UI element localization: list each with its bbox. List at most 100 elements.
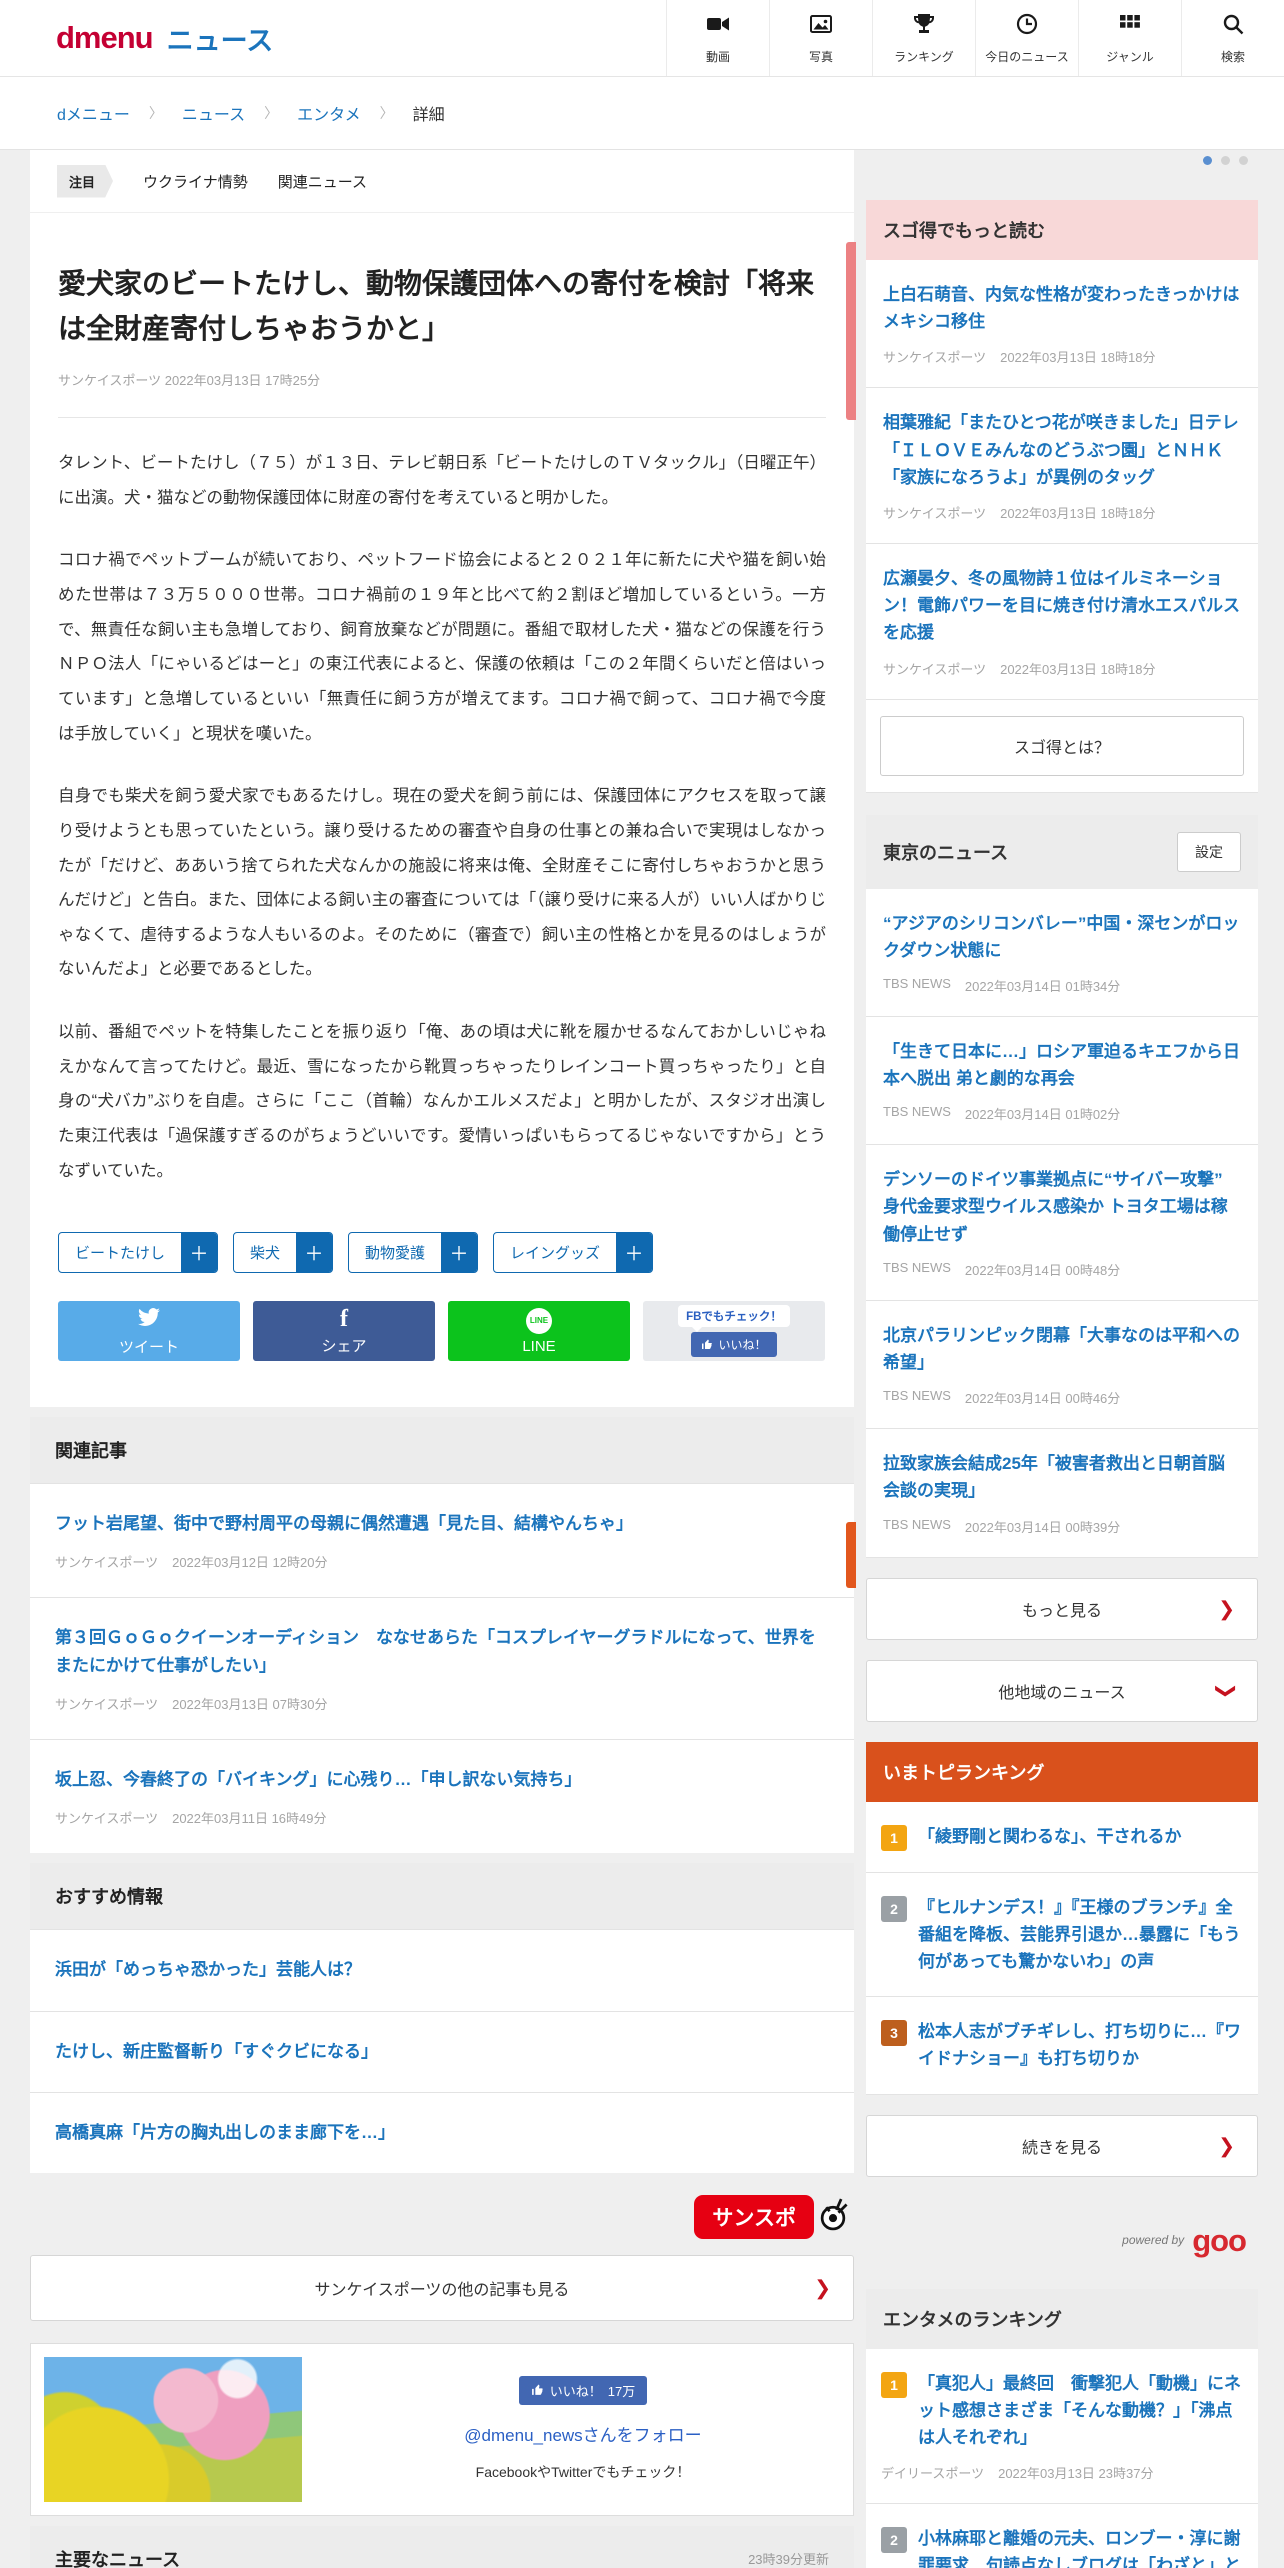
imatopi-more-label: 続きを見る [1021, 2139, 1102, 2157]
tag-beat-takeshi[interactable]: ビートたけし ＋ [58, 1232, 219, 1274]
tweet-button[interactable]: ツイート [58, 1301, 240, 1362]
facebook-share-button[interactable]: f シェア [253, 1301, 435, 1362]
related-item[interactable]: 坂上忍、今春終了の「バイキング」に心残り…「申し訳ない気持ち」 サンケイスポーツ… [30, 1739, 854, 1853]
line-share-button[interactable]: LINE LINE [448, 1301, 630, 1362]
item-source: TBS NEWS [883, 1104, 951, 1120]
tokyo-news-title: デンソーのドイツ事業拠点に“サイバー攻撃” 身代金要求型ウイルス感染か トヨタ工… [883, 1170, 1228, 1244]
major-news-header-label: 主要なニュース [55, 2549, 181, 2568]
recommend-item[interactable]: たけし、新庄監督斬り「すぐクビになる」 [30, 2010, 854, 2092]
carousel-dot[interactable] [1221, 156, 1230, 165]
tokyo-news-item[interactable]: デンソーのドイツ事業拠点に“サイバー攻撃” 身代金要求型ウイルス感染か トヨタ工… [866, 1145, 1258, 1301]
tokyo-news-item[interactable]: 「生きて日本に…」ロシア軍迫るキエフから日本へ脱出 弟と劇的な再会 TBS NE… [866, 1016, 1258, 1146]
item-source: サンケイスポーツ [883, 661, 987, 677]
entame-ranking-item[interactable]: 2 小林麻耶と離婚の元夫、ロンブー・淳に謝罪要求 句読点なしブログは「わざと」と… [866, 2504, 1258, 2568]
share-label: シェア [321, 1337, 367, 1355]
related-item[interactable]: フット岩尾望、街中で野村周平の母親に偶然遭遇「見た目、結構やんちゃ」 サンケイス… [30, 1483, 854, 1597]
entame-ranking-title: 「真犯人」最終回 衝撃犯人「動機」にネット感想さまざま「そんな動機？」「沸点は人… [918, 2373, 1241, 2447]
imatopi-item[interactable]: 1 「綾野剛と関わるな」、干されるか [866, 1801, 1258, 1873]
nav-label: 動画 [705, 49, 730, 64]
twitter-follow-link[interactable]: @dmenu_newsさんをフォロー [464, 2421, 701, 2446]
recommend-item[interactable]: 浜田が「めっちゃ恐かった」芸能人は？ [30, 1929, 854, 2010]
imatopi-more-button[interactable]: 続きを見る ❯ [866, 2114, 1258, 2177]
nav-photo[interactable]: 写真 [769, 0, 872, 76]
item-source: TBS NEWS [883, 1388, 951, 1404]
tag-raingoods[interactable]: レイングッズ ＋ [493, 1232, 654, 1274]
fb-like-count: 17万 [607, 2384, 636, 2400]
sugotoku-item[interactable]: 相葉雅紀「またひとつ花が咲きました」日テレ「ＩＬＯＶＥみんなのどうぶつ園」とＮＨ… [866, 388, 1258, 544]
imatopi-item[interactable]: 2 『ヒルナンデス！』『王様のブランチ』全番組を降板、芸能界引退か…暴露に「もう… [866, 1872, 1258, 1998]
related-source: サンケイスポーツ [55, 1811, 159, 1827]
rank-badge-1: 1 [881, 1824, 907, 1851]
powered-by-label: powered by [1122, 2232, 1185, 2247]
article-meta: サンケイスポーツ 2022年03月13日 17時25分 [58, 370, 826, 389]
tokyo-news-item[interactable]: 拉致家族会結成25年「被害者救出と日朝首脳会談の実現」 TBS NEWS 2022… [866, 1429, 1258, 1558]
side-ribbon-red[interactable] [846, 242, 856, 420]
article-paragraph: タレント、ビートたけし（７５）が１３日、テレビ朝日系「ビートたけしのＴＶタックル… [58, 454, 826, 507]
content-columns: 注目 ウクライナ情勢 関連ニュース 愛犬家のビートたけし、動物保護団体への寄付を… [0, 150, 1284, 2568]
breadcrumb-current: 詳細 [412, 107, 445, 124]
fb-like-count-button[interactable]: いいね！ 17万 [518, 2376, 648, 2406]
sanspo-logo[interactable]: サンスポ [694, 2194, 814, 2239]
item-source: TBS NEWS [883, 1516, 951, 1532]
thumbs-up-icon [531, 2384, 543, 2395]
item-date: 2022年03月14日 00時48分 [964, 1262, 1121, 1278]
trophy-icon [912, 12, 936, 41]
article-paragraph: 以前、番組でペットを特集したことを振り返り「俺、あの頃は犬に靴を履かせるなんてお… [58, 1023, 826, 1180]
nav-ranking[interactable]: ランキング [872, 0, 975, 76]
item-source: デイリースポーツ [881, 2466, 985, 2482]
article: 愛犬家のビートたけし、動物保護団体への寄付を検討「将来は全財産寄付しちゃおうかと… [30, 213, 854, 1408]
other-region-button[interactable]: 他地域のニュース ❯ [866, 1659, 1258, 1722]
photo-icon [809, 12, 833, 41]
tokyo-news-item[interactable]: 北京パラリンピック閉幕「大事なのは平和への希望」 TBS NEWS 2022年03… [866, 1300, 1258, 1430]
breadcrumb-dmenu[interactable]: dメニュー [57, 101, 130, 125]
recommend-item[interactable]: 高橋真麻「片方の胸丸出しのまま廊下を…」 [30, 2091, 854, 2173]
sugotoku-item[interactable]: 上白石萌音、内気な性格が変わったきっかけはメキシコ移住 サンケイスポーツ 2022… [866, 260, 1258, 389]
attention-badge: 注目 [57, 164, 114, 198]
breadcrumb-news[interactable]: ニュース [182, 101, 245, 125]
header-nav: 動画 写真 ランキング 今日のニュース ジャンル 検索 [666, 0, 1284, 76]
related-header: 関連記事 [30, 1417, 854, 1484]
imatopi-item[interactable]: 3 松本人志がブチギレし、打ち切りに…『ワイドナショー』も打ち切りか [866, 1997, 1258, 2095]
attention-link-ukraine[interactable]: ウクライナ情勢 [143, 171, 248, 192]
site-logo[interactable]: dmenu ニュース [0, 0, 273, 76]
tokyo-news-section: 東京のニュース 設定 “アジアのシリコンバレー”中国・深センがロックダウン状態に… [866, 814, 1258, 1722]
carousel-dot-active[interactable] [1203, 156, 1212, 165]
related-date: 2022年03月11日 16時49分 [172, 1811, 327, 1827]
related-date: 2022年03月12日 12時20分 [172, 1555, 328, 1571]
tag-animal-welfare[interactable]: 動物愛護 ＋ [348, 1232, 479, 1274]
entame-ranking-item[interactable]: 1 「真犯人」最終回 衝撃犯人「動機」にネット感想さまざま「そんな動機？」「沸点… [866, 2348, 1258, 2505]
sanspo-logo-row: サンスポ [34, 2194, 850, 2239]
page: dmenu ニュース 動画 写真 ランキング 今日のニュース ジャンル 検索 d… [0, 0, 1284, 2568]
related-title: フット岩尾望、街中で野村周平の母親に偶然遭遇「見た目、結構やんちゃ」 [55, 1514, 633, 1534]
item-source: TBS NEWS [883, 1259, 951, 1275]
video-icon [706, 12, 730, 41]
settings-button[interactable]: 設定 [1177, 831, 1241, 872]
tokyo-more-button[interactable]: もっと見る ❯ [866, 1577, 1258, 1640]
tag-label: 柴犬 [250, 1245, 281, 1263]
breadcrumb-entame[interactable]: エンタメ [297, 101, 361, 125]
tokyo-news-item[interactable]: “アジアのシリコンバレー”中国・深センがロックダウン状態に TBS NEWS 20… [866, 888, 1258, 1017]
chevron-right-icon: ❯ [814, 2277, 831, 2300]
fb-like-button[interactable]: いいね！ [691, 1332, 777, 1358]
tag-shibaken[interactable]: 柴犬 ＋ [233, 1232, 334, 1274]
item-date: 2022年03月14日 00時39分 [964, 1519, 1121, 1535]
nav-video[interactable]: 動画 [666, 0, 769, 76]
tokyo-news-header-label: 東京のニュース [883, 842, 1009, 863]
attention-link-related[interactable]: 関連ニュース [278, 171, 367, 192]
side-ribbon-orange[interactable] [846, 1522, 856, 1588]
nav-search[interactable]: 検索 [1181, 0, 1284, 76]
nav-label: 今日のニュース [985, 49, 1069, 64]
nav-today[interactable]: 今日のニュース [975, 0, 1078, 76]
entame-ranking-header: エンタメのランキング [866, 2288, 1258, 2349]
sugotoku-item[interactable]: 広瀬晏夕、冬の風物詩１位はイルミネーション！電飾パワーを目に焼き付け清水エスパル… [866, 543, 1258, 700]
twitter-icon [138, 1306, 160, 1332]
goo-logo[interactable]: goo [1192, 2223, 1247, 2259]
related-item[interactable]: 第３回ＧｏＧｏクイーンオーディション ななせあらた「コスプレイヤーグラドルになっ… [30, 1597, 854, 1739]
breadcrumb-separator: 〉 [264, 105, 279, 121]
sanspo-more-button[interactable]: サンケイスポーツの他の記事も見る ❯ [30, 2254, 854, 2321]
sugotoku-about-button[interactable]: スゴ得とは？ [880, 715, 1244, 776]
cherry-blossom-image[interactable] [44, 2356, 302, 2502]
nav-genre[interactable]: ジャンル [1078, 0, 1181, 76]
carousel-dot[interactable] [1239, 156, 1248, 165]
sugotoku-header: スゴ得でもっと読む [866, 200, 1258, 260]
